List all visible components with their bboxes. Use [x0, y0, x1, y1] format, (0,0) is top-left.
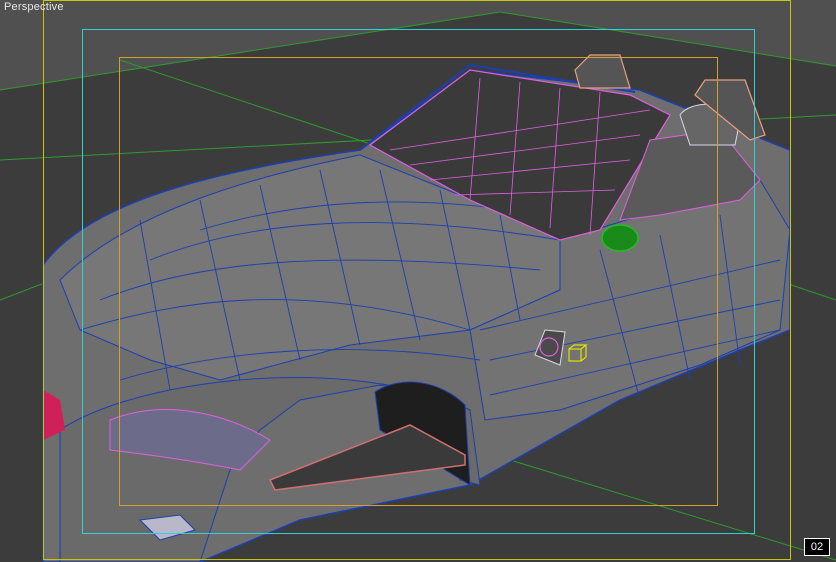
side-mirror-mesh[interactable]	[601, 224, 639, 252]
frame-number-badge: 02	[804, 538, 830, 556]
scene-render[interactable]	[0, 0, 836, 562]
perspective-viewport[interactable]: Perspective 02	[0, 0, 836, 562]
viewport-label[interactable]: Perspective	[4, 1, 64, 13]
